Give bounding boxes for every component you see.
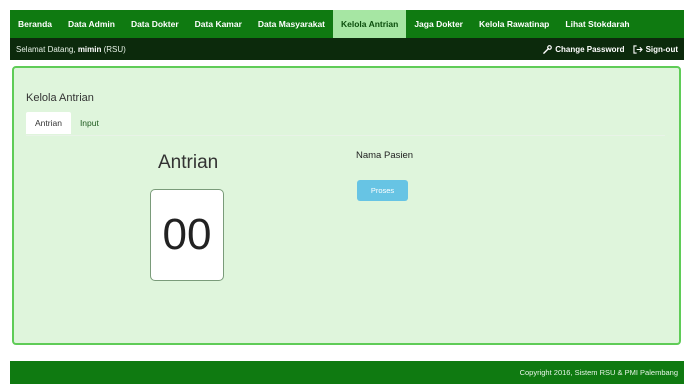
nav-beranda[interactable]: Beranda [10, 10, 60, 38]
kelola-antrian-panel: Kelola Antrian Antrian Input Antrian 00 … [12, 66, 681, 345]
nav-data-masyarakat[interactable]: Data Masyarakat [250, 10, 333, 38]
nav-data-admin[interactable]: Data Admin [60, 10, 123, 38]
panel-tabs: Antrian Input [26, 112, 108, 134]
panel-title: Kelola Antrian [26, 92, 94, 104]
proses-button[interactable]: Proses [357, 180, 408, 201]
nav-kelola-antrian[interactable]: Kelola Antrian [333, 10, 407, 38]
nav-jaga-dokter[interactable]: Jaga Dokter [406, 10, 471, 38]
username: mimin [77, 44, 102, 54]
user-role: (RSU) [101, 44, 126, 54]
nav-data-dokter[interactable]: Data Dokter [123, 10, 187, 38]
nama-pasien-label: Nama Pasien [356, 150, 414, 161]
user-actions: Change Password Sign-out [543, 45, 678, 54]
welcome-prefix: Selamat Datang, [16, 44, 78, 54]
change-password-label: Change Password [555, 44, 625, 54]
tab-divider [26, 135, 665, 136]
tab-antrian[interactable]: Antrian [26, 112, 71, 134]
wrench-icon [543, 44, 553, 54]
footer: Copyright 2016, Sistem RSU & PMI Palemba… [10, 361, 684, 384]
sign-out-icon [632, 44, 643, 54]
tab-input[interactable]: Input [71, 112, 108, 134]
copyright-text: Copyright 2016, Sistem RSU & PMI Palemba… [519, 368, 678, 377]
queue-number-display: 00 [150, 189, 224, 281]
change-password-link[interactable]: Change Password [543, 44, 625, 54]
sign-out-link[interactable]: Sign-out [632, 44, 678, 54]
nav-kelola-rawatinap[interactable]: Kelola Rawatinap [471, 10, 557, 38]
top-navbar: Beranda Data Admin Data Dokter Data Kama… [10, 10, 684, 38]
sign-out-label: Sign-out [645, 44, 678, 54]
nav-data-kamar[interactable]: Data Kamar [187, 10, 250, 38]
user-bar: Selamat Datang, mimin (RSU) Change Passw… [10, 38, 684, 60]
welcome-text: Selamat Datang, mimin (RSU) [16, 45, 126, 54]
antrian-heading: Antrian [158, 152, 219, 173]
nav-lihat-stokdarah[interactable]: Lihat Stokdarah [557, 10, 637, 38]
